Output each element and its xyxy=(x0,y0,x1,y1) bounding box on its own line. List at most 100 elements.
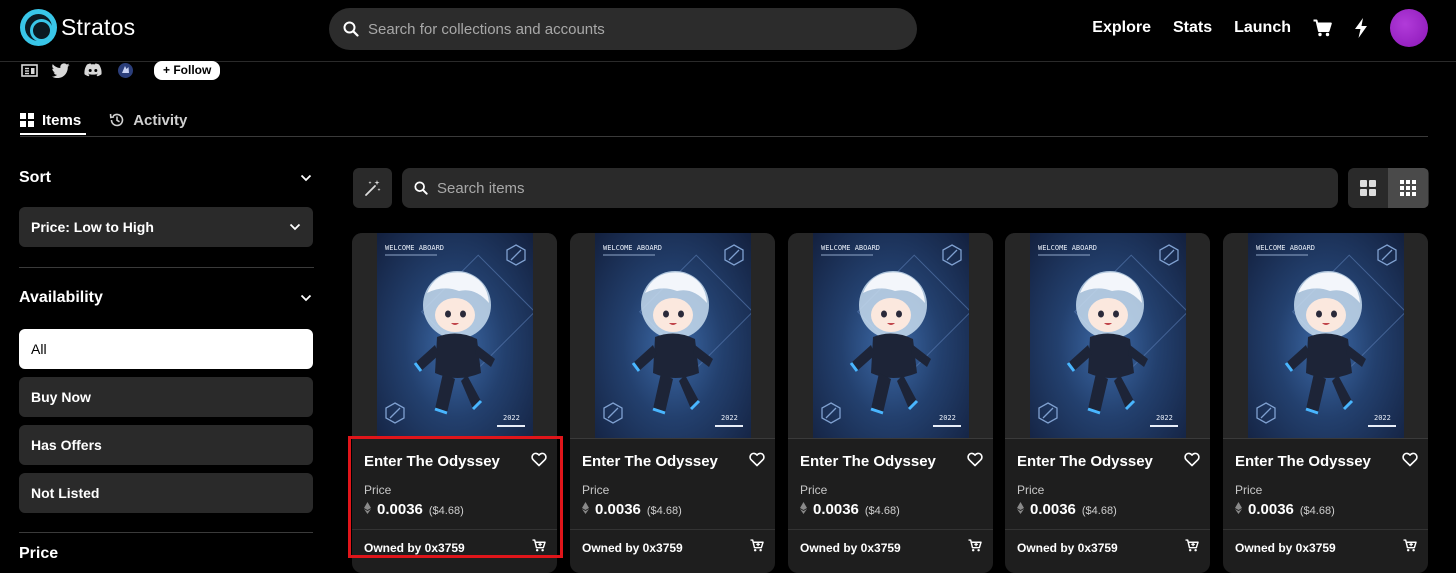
tab-activity[interactable]: Activity xyxy=(109,108,187,132)
marketplace-icon[interactable] xyxy=(116,61,134,79)
owner-text[interactable]: Owned by 0x3759 xyxy=(800,541,901,555)
item-card[interactable]: WELCOME ABOARD 2022 Enter The Odyssey Pr… xyxy=(352,233,557,573)
add-to-cart-icon[interactable] xyxy=(1403,539,1417,552)
ethereum-icon xyxy=(364,502,371,514)
price-usd: ($4.68) xyxy=(864,505,900,517)
add-to-cart-icon[interactable] xyxy=(968,539,982,552)
large-grid-view-button[interactable] xyxy=(1348,168,1388,208)
twitter-icon[interactable] xyxy=(52,61,70,79)
nav-explore[interactable]: Explore xyxy=(1092,19,1151,37)
price-value: 0.0036 xyxy=(1248,501,1294,518)
sweep-button[interactable] xyxy=(353,168,392,208)
sidebar-divider xyxy=(19,267,314,268)
top-bar: Stratos Explore Stats Launch xyxy=(0,0,1456,58)
add-to-cart-icon[interactable] xyxy=(1185,539,1199,552)
heart-icon[interactable] xyxy=(531,452,547,467)
magic-wand-icon xyxy=(364,180,381,196)
owner-text[interactable]: Owned by 0x3759 xyxy=(1017,541,1118,555)
price-section-header[interactable]: Price xyxy=(19,545,58,563)
card-divider xyxy=(570,438,775,439)
item-title: Enter The Odyssey xyxy=(1235,453,1371,470)
heart-icon[interactable] xyxy=(967,452,983,467)
card-divider xyxy=(352,529,557,530)
art-year: 2022 xyxy=(1374,414,1391,422)
chevron-down-icon xyxy=(289,223,301,231)
item-image[interactable]: WELCOME ABOARD 2022 xyxy=(352,233,557,438)
item-card[interactable]: WELCOME ABOARD 2022 Enter The Odyssey Pr… xyxy=(788,233,993,573)
item-image[interactable]: WELCOME ABOARD 2022 xyxy=(1005,233,1210,438)
item-card[interactable]: WELCOME ABOARD 2022 Enter The Odyssey Pr… xyxy=(1223,233,1428,573)
items-search-input[interactable] xyxy=(437,179,1338,197)
cart-icon[interactable] xyxy=(1313,19,1332,37)
price-usd: ($4.68) xyxy=(646,505,682,517)
nft-artwork: WELCOME ABOARD 2022 xyxy=(812,233,969,438)
item-title: Enter The Odyssey xyxy=(582,453,718,470)
heart-icon[interactable] xyxy=(1184,452,1200,467)
card-divider xyxy=(352,438,557,439)
art-year: 2022 xyxy=(939,414,956,422)
tabs: Items Activity xyxy=(20,108,187,132)
nav-stats[interactable]: Stats xyxy=(1173,19,1212,37)
item-image[interactable]: WELCOME ABOARD 2022 xyxy=(570,233,775,438)
item-image[interactable]: WELCOME ABOARD 2022 xyxy=(788,233,993,438)
owner-text[interactable]: Owned by 0x3759 xyxy=(1235,541,1336,555)
availability-option-not-listed[interactable]: Not Listed xyxy=(19,473,313,513)
item-title: Enter The Odyssey xyxy=(1017,453,1153,470)
price-label: Price xyxy=(1235,483,1263,497)
price-usd: ($4.68) xyxy=(428,505,464,517)
global-search-input[interactable] xyxy=(368,20,917,38)
sort-title: Sort xyxy=(19,169,51,186)
price-row: 0.0036 ($4.68) xyxy=(364,501,464,518)
heart-icon[interactable] xyxy=(749,452,765,467)
follow-button[interactable]: + Follow xyxy=(154,60,221,80)
brand-name: Stratos xyxy=(61,14,136,40)
availability-option-all[interactable]: All xyxy=(19,329,313,369)
add-to-cart-icon[interactable] xyxy=(750,539,764,552)
search-icon xyxy=(414,181,428,195)
website-icon[interactable] xyxy=(20,61,38,79)
discord-icon[interactable] xyxy=(84,61,102,79)
items-toolbar xyxy=(353,168,1429,208)
price-value: 0.0036 xyxy=(1030,501,1076,518)
availability-option-has-offers[interactable]: Has Offers xyxy=(19,425,313,465)
art-year: 2022 xyxy=(1156,414,1173,422)
brand[interactable]: Stratos xyxy=(20,9,135,46)
item-title: Enter The Odyssey xyxy=(800,453,936,470)
price-value: 0.0036 xyxy=(595,501,641,518)
item-card[interactable]: WELCOME ABOARD 2022 Enter The Odyssey Pr… xyxy=(1005,233,1210,573)
sort-select[interactable]: Price: Low to High xyxy=(19,207,313,247)
nft-artwork: WELCOME ABOARD 2022 xyxy=(376,233,533,438)
global-search[interactable] xyxy=(329,8,917,50)
add-to-cart-icon[interactable] xyxy=(532,539,546,552)
large-grid-icon xyxy=(1360,180,1376,196)
availability-option-buy-now[interactable]: Buy Now xyxy=(19,377,313,417)
ethereum-icon xyxy=(1017,502,1024,514)
item-card[interactable]: WELCOME ABOARD 2022 Enter The Odyssey Pr… xyxy=(570,233,775,573)
owner-text[interactable]: Owned by 0x3759 xyxy=(582,541,683,555)
art-header: WELCOME ABOARD xyxy=(603,244,662,252)
main-nav: Explore Stats Launch xyxy=(1092,6,1456,50)
price-label: Price xyxy=(364,483,392,497)
lightning-icon[interactable] xyxy=(1354,18,1368,38)
sort-section-header[interactable]: Sort xyxy=(19,160,314,196)
availability-title: Availability xyxy=(19,289,103,306)
ethereum-icon xyxy=(800,502,807,514)
availability-section-header[interactable]: Availability xyxy=(19,280,314,316)
search-icon xyxy=(343,21,359,37)
stratos-logo-icon xyxy=(20,9,57,46)
price-usd: ($4.68) xyxy=(1299,505,1335,517)
price-label: Price xyxy=(1017,483,1045,497)
tab-items[interactable]: Items xyxy=(20,108,81,132)
art-header: WELCOME ABOARD xyxy=(821,244,880,252)
item-image[interactable]: WELCOME ABOARD 2022 xyxy=(1223,233,1428,438)
nft-artwork: WELCOME ABOARD 2022 xyxy=(594,233,751,438)
price-value: 0.0036 xyxy=(377,501,423,518)
items-search[interactable] xyxy=(402,168,1338,208)
card-divider xyxy=(1005,529,1210,530)
owner-text[interactable]: Owned by 0x3759 xyxy=(364,541,465,555)
avatar[interactable] xyxy=(1390,9,1428,47)
nav-launch[interactable]: Launch xyxy=(1234,19,1291,37)
heart-icon[interactable] xyxy=(1402,452,1418,467)
card-divider xyxy=(788,529,993,530)
compact-grid-view-button[interactable] xyxy=(1388,168,1428,208)
